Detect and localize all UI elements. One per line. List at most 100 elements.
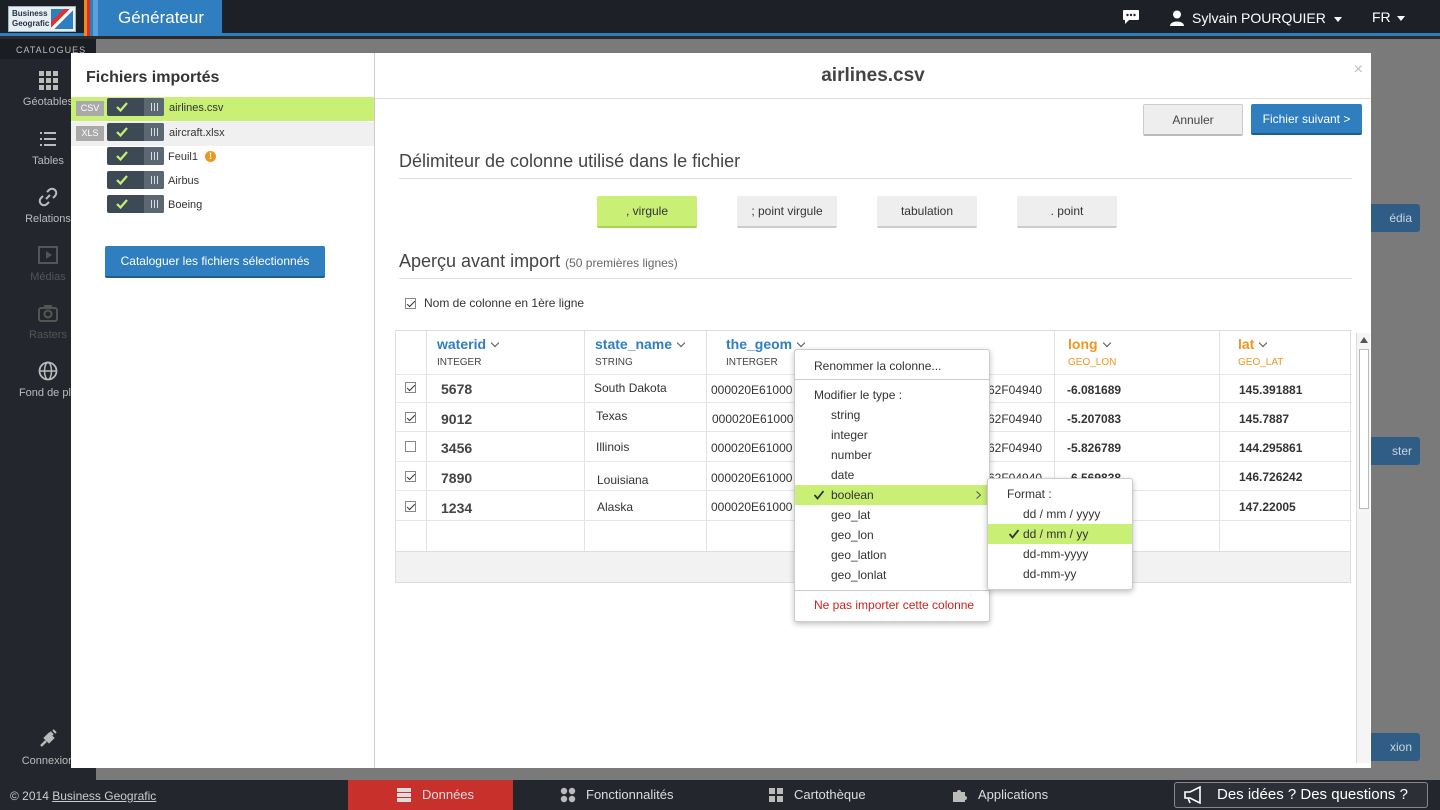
chat-icon[interactable] <box>1122 9 1140 25</box>
row-checkbox[interactable] <box>405 471 416 482</box>
format-item-dd-mm-yy-slash[interactable]: dd / mm / yy <box>988 524 1132 544</box>
film-icon <box>38 246 58 264</box>
cell-long: -5.207083 <box>1067 412 1122 426</box>
puzzle-icon <box>953 790 967 802</box>
feedback-label: Des idées ? Des questions ? <box>1217 786 1408 803</box>
chevron-down-icon[interactable] <box>1259 338 1268 348</box>
sheet-include-toggle[interactable] <box>107 195 164 213</box>
drag-handle-icon[interactable] <box>144 147 164 165</box>
sidebar-item-label: Géotables <box>22 96 74 108</box>
cell-waterid: 1234 <box>441 500 473 516</box>
cell-state-name: Louisiana <box>597 473 649 487</box>
column-name: lat <box>1238 336 1255 352</box>
delimiter-comma-button[interactable]: , virgule <box>597 196 697 228</box>
type-item-geo-lonlat[interactable]: geo_lonlat <box>795 565 989 585</box>
footer-tab-applications[interactable]: Applications <box>952 780 1048 810</box>
chevron-down-icon[interactable] <box>1102 338 1111 348</box>
top-bar: Business Geografic Générateur Sylvain PO… <box>0 0 1440 36</box>
type-item-string[interactable]: string <box>795 405 989 425</box>
globe-icon <box>38 361 58 381</box>
cell-waterid: 3456 <box>441 440 473 456</box>
delimiter-dot-button[interactable]: . point <box>1017 196 1117 228</box>
chevron-down-icon[interactable] <box>490 338 500 348</box>
footer-tab-donnees[interactable]: Données <box>348 780 513 810</box>
type-item-boolean[interactable]: boolean <box>795 485 989 505</box>
row-checkbox[interactable] <box>405 382 416 393</box>
drag-handle-icon[interactable] <box>144 195 164 213</box>
close-icon[interactable]: × <box>1354 61 1363 79</box>
format-item-dd-mm-yy-dash[interactable]: dd-mm-yy <box>988 564 1132 584</box>
cell-waterid: 7890 <box>441 470 473 486</box>
file-name: airlines.csv <box>169 102 224 114</box>
scroll-up-icon[interactable] <box>1360 337 1368 343</box>
app-name-tab[interactable]: Générateur <box>98 0 222 36</box>
sidebar-item-label: Médias <box>30 271 66 283</box>
cell-long: -5.826789 <box>1067 441 1122 455</box>
cell-long: -6.081689 <box>1067 383 1122 397</box>
cancel-button[interactable]: Annuler <box>1143 104 1243 136</box>
app-logo[interactable]: Business Geografic <box>8 6 76 32</box>
delimiter-tab-button[interactable]: tabulation <box>877 196 977 228</box>
drag-handle-icon[interactable] <box>144 171 164 189</box>
column-header[interactable]: state_name STRING <box>585 331 706 374</box>
column-header[interactable]: long GEO_LON <box>1055 331 1219 374</box>
column-header[interactable]: lat GEO_LAT <box>1220 331 1350 374</box>
scrollbar-thumb[interactable] <box>1359 349 1369 509</box>
plug-icon <box>40 729 57 747</box>
cell-geom-tail: 62F04940 <box>988 412 1043 426</box>
file-type-badge: CSV <box>76 101 104 116</box>
drag-handle-icon[interactable] <box>144 123 164 141</box>
type-item-geo-lat[interactable]: geo_lat <box>795 505 989 525</box>
footer-tab-fonctionnalites[interactable]: Fonctionnalités <box>560 780 673 810</box>
type-item-integer[interactable]: integer <box>795 425 989 445</box>
type-item-geo-latlon[interactable]: geo_latlon <box>795 545 989 565</box>
next-file-button[interactable]: Fichier suivant > <box>1251 104 1362 135</box>
column-type: INTEGER <box>437 357 482 368</box>
file-row-aircraft[interactable]: XLS aircraft.xlsx <box>71 122 374 146</box>
check-icon <box>1009 529 1019 539</box>
language-selector[interactable]: FR <box>1372 9 1405 25</box>
user-menu[interactable]: Sylvain POURQUIER <box>1170 9 1342 27</box>
sidebar-item-label: Connexion <box>21 755 75 767</box>
footer-tab-cartotheque[interactable]: Cartothèque <box>768 780 866 810</box>
warning-icon[interactable]: ! <box>205 151 216 162</box>
file-include-toggle[interactable] <box>107 123 164 141</box>
column-name: waterid <box>437 336 487 352</box>
sheet-row-airbus[interactable]: Airbus <box>71 170 374 194</box>
delimiter-semicolon-button[interactable]: ; point virgule <box>737 196 837 228</box>
format-item-dd-mm-yyyy-slash[interactable]: dd / mm / yyyy <box>988 504 1132 524</box>
row-checkbox[interactable] <box>405 441 416 452</box>
camera-icon <box>38 305 58 322</box>
user-name: Sylvain POURQUIER <box>1192 10 1326 26</box>
row-checkbox[interactable] <box>405 501 416 512</box>
drag-handle-icon[interactable] <box>144 98 164 116</box>
sheet-include-toggle[interactable] <box>107 171 164 189</box>
chevron-down-icon[interactable] <box>796 338 806 348</box>
file-row-airlines[interactable]: CSV airlines.csv <box>71 97 374 121</box>
catalog-selected-files-button[interactable]: Cataloguer les fichiers sélectionnés <box>105 246 325 278</box>
sheet-row-boeing[interactable]: Boeing <box>71 194 374 218</box>
header-row-checkbox[interactable] <box>405 297 416 309</box>
exclude-column-item[interactable]: Ne pas importer cette colonne <box>795 595 989 615</box>
cell-geom: 000020E61000 <box>712 412 794 426</box>
format-item-dd-mm-yyyy-dash[interactable]: dd-mm-yyyy <box>988 544 1132 564</box>
sheet-include-toggle[interactable] <box>107 147 164 165</box>
header-row-option[interactable]: Nom de colonne en 1ère ligne <box>405 296 584 310</box>
rename-column-item[interactable]: Renommer la colonne... <box>795 356 989 376</box>
sheet-row-feuil1[interactable]: Feuil1 ! <box>71 146 374 170</box>
column-header[interactable]: waterid INTEGER <box>427 331 584 374</box>
feedback-button[interactable]: Des idées ? Des questions ? <box>1174 782 1428 808</box>
company-link[interactable]: Business Geografic <box>52 789 156 803</box>
logo-map-icon <box>51 9 73 29</box>
check-icon <box>814 490 824 500</box>
column-type: INTERGER <box>726 357 778 368</box>
type-item-date[interactable]: date <box>795 465 989 485</box>
chevron-down-icon[interactable] <box>676 338 686 348</box>
file-include-toggle[interactable] <box>107 98 164 116</box>
type-item-geo-lon[interactable]: geo_lon <box>795 525 989 545</box>
type-item-number[interactable]: number <box>795 445 989 465</box>
column-context-menu: Renommer la colonne... Modifier le type … <box>794 349 990 622</box>
vertical-scrollbar[interactable] <box>1356 333 1370 763</box>
files-panel-title: Fichiers importés <box>86 69 220 86</box>
row-checkbox[interactable] <box>405 412 416 423</box>
